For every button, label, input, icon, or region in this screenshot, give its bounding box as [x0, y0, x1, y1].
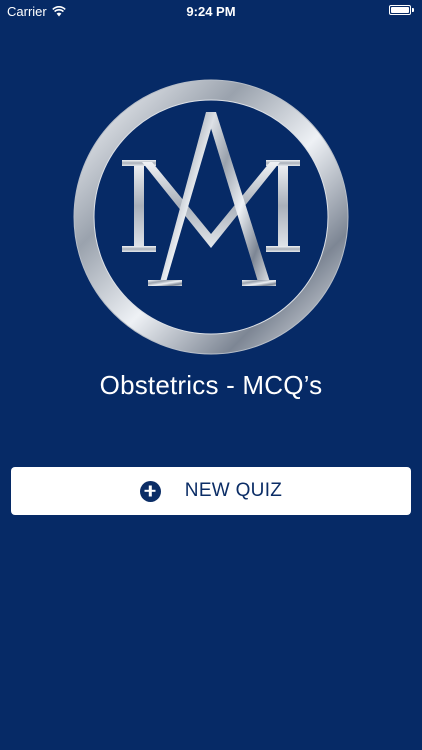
status-right [389, 5, 414, 15]
battery-fill [391, 7, 409, 13]
new-quiz-label: NEW QUIZ [184, 480, 283, 501]
status-time: 9:24 PM [186, 4, 236, 19]
app-screen: Carrier 9:24 PM Obstetrics - MCQ’s NEW Q… [0, 0, 422, 750]
ma-monogram-ring-logo [73, 79, 349, 355]
plus-circle-icon [139, 480, 161, 502]
battery-tip [412, 8, 414, 12]
battery-icon [389, 5, 411, 15]
status-bar: Carrier 9:24 PM [0, 0, 422, 24]
app-title: Obstetrics - MCQ’s [99, 370, 323, 400]
new-quiz-button[interactable]: NEW QUIZ [11, 467, 411, 515]
